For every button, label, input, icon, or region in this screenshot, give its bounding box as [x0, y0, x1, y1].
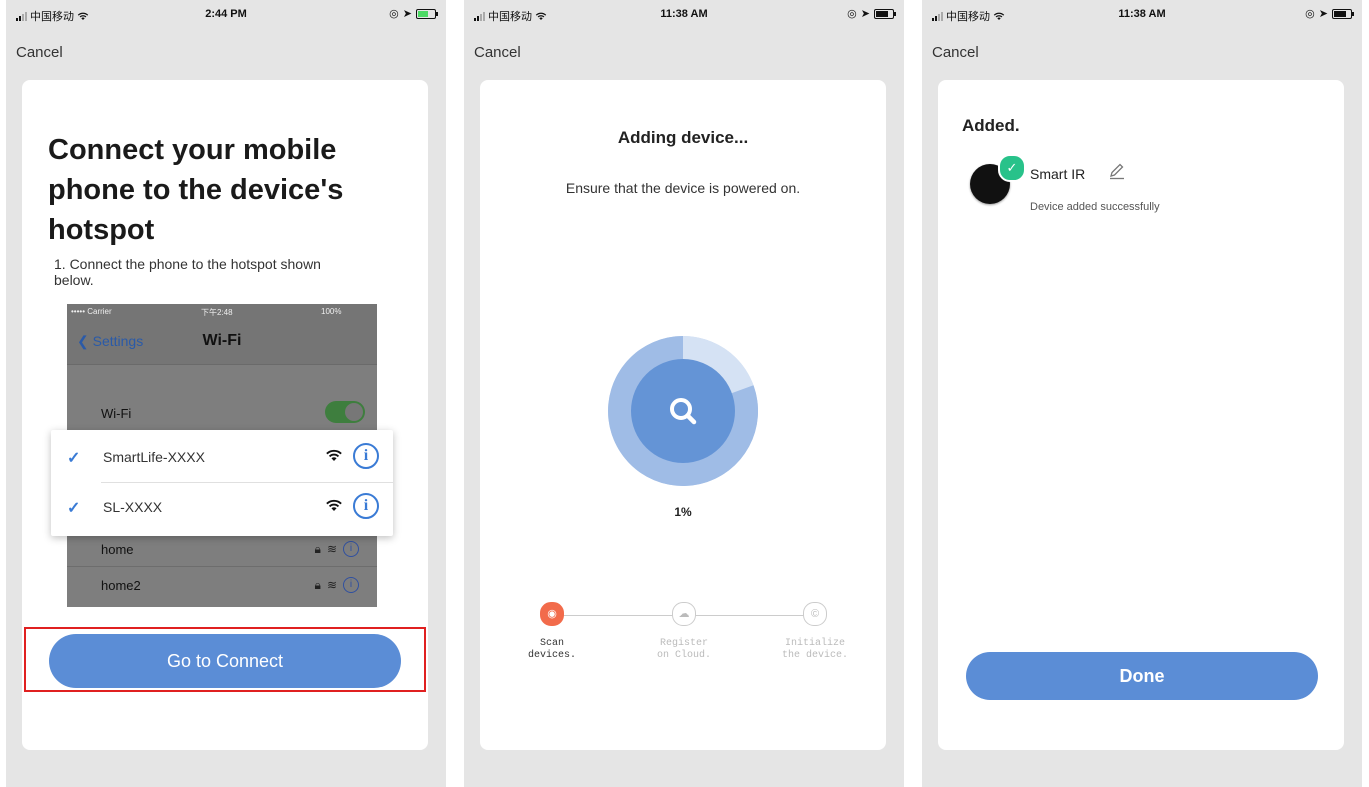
- page-title: Connect your mobile phone to the device'…: [48, 134, 344, 246]
- content-card: Added. ✓ Smart IR Device added successfu…: [938, 80, 1344, 750]
- step-initialize: © Initialize the device.: [770, 602, 860, 662]
- device-status: Device added successfully: [1030, 201, 1160, 213]
- lock-icon: 🔒︎: [314, 541, 321, 556]
- illustration-status-bar: ••••• Carrier 下午2:48 100%: [67, 304, 377, 318]
- cancel-button[interactable]: Cancel: [932, 44, 979, 61]
- checkmark-icon: ✓: [67, 450, 81, 467]
- screen-added: 中国移动 11:38 AM ◎ ➤ Cancel Added. ✓ Smart …: [922, 0, 1362, 787]
- status-time: 11:38 AM: [1118, 8, 1166, 20]
- status-bar: 中国移动 11:38 AM ◎ ➤: [464, 0, 904, 26]
- battery-icon: [874, 8, 896, 19]
- edit-icon[interactable]: [1108, 162, 1126, 180]
- done-button[interactable]: Done: [966, 652, 1318, 700]
- battery-icon: [416, 8, 438, 19]
- rotation-lock-icon: ◎: [847, 8, 857, 20]
- illustration-network-row: home2 🔒︎ ≋ i: [67, 568, 377, 602]
- illustration-time: 下午2:48: [201, 308, 233, 317]
- cancel-button[interactable]: Cancel: [16, 44, 63, 61]
- step-scan: ◉ Scan devices.: [507, 602, 597, 662]
- page-title: Adding device...: [617, 128, 749, 147]
- device-name: Smart IR: [1030, 166, 1086, 182]
- hotspot-row: ✓ SL-XXXX i: [51, 482, 393, 532]
- screen-connect-hotspot: 中国移动 2:44 PM ◎ ➤ Cancel Connect your mob…: [6, 0, 446, 787]
- illustration-nav-bar: ❮ Settings Wi-Fi: [67, 318, 377, 365]
- initialize-icon: ©: [803, 602, 827, 626]
- hotspot-row: ✓ SmartLife-XXXX i: [51, 432, 393, 482]
- status-time: 11:38 AM: [660, 8, 708, 20]
- scan-icon: ◉: [540, 602, 564, 626]
- page-title: Added.: [962, 116, 1020, 135]
- status-bar: 中国移动 2:44 PM ◎ ➤: [6, 0, 446, 26]
- illustration-nav-title: Wi-Fi: [202, 332, 242, 349]
- wifi-icon: [326, 499, 342, 511]
- subtitle: Ensure that the device is powered on.: [565, 180, 801, 196]
- toggle-icon: [325, 401, 365, 423]
- highlight-box: [24, 627, 426, 692]
- illustration-network-row: home 🔒︎ ≋ i: [67, 532, 377, 567]
- wifi-icon: [326, 449, 342, 461]
- checkmark-icon: ✓: [67, 500, 81, 517]
- wifi-icon: ≋: [326, 542, 337, 556]
- cloud-icon: ☁: [672, 602, 696, 626]
- cancel-button[interactable]: Cancel: [474, 44, 521, 61]
- wifi-icon: ≋: [326, 578, 337, 592]
- location-icon: ➤: [860, 8, 870, 20]
- checkmark-icon: ✓: [998, 154, 1026, 182]
- info-icon: i: [353, 443, 379, 469]
- info-icon: i: [343, 541, 359, 557]
- illustration-battery: 100%: [321, 307, 342, 316]
- info-icon: i: [343, 577, 359, 593]
- status-bar: 中国移动 11:38 AM ◎ ➤: [922, 0, 1362, 26]
- illustration-carrier: ••••• Carrier: [71, 307, 112, 316]
- screen-adding-device: 中国移动 11:38 AM ◎ ➤ Cancel Adding device..…: [464, 0, 904, 787]
- status-time: 2:44 PM: [205, 8, 247, 20]
- location-icon: ➤: [402, 8, 412, 20]
- content-card: Adding device... Ensure that the device …: [480, 80, 886, 750]
- rotation-lock-icon: ◎: [1305, 8, 1315, 20]
- info-icon: i: [353, 493, 379, 519]
- progress-percent: 1%: [674, 505, 692, 519]
- battery-icon: [1332, 8, 1354, 19]
- search-icon: [670, 398, 697, 425]
- hotspot-list-popup: ✓ SmartLife-XXXX i ✓ SL-XXXX i: [51, 430, 393, 536]
- illustration-wifi-toggle-row: Wi-Fi: [67, 396, 377, 431]
- instruction-step: 1. Connect the phone to the hotspot show…: [54, 256, 321, 288]
- step-register: ☁ Register on Cloud.: [639, 602, 729, 662]
- location-icon: ➤: [1318, 8, 1328, 20]
- rotation-lock-icon: ◎: [389, 8, 399, 20]
- lock-icon: 🔒︎: [314, 577, 321, 592]
